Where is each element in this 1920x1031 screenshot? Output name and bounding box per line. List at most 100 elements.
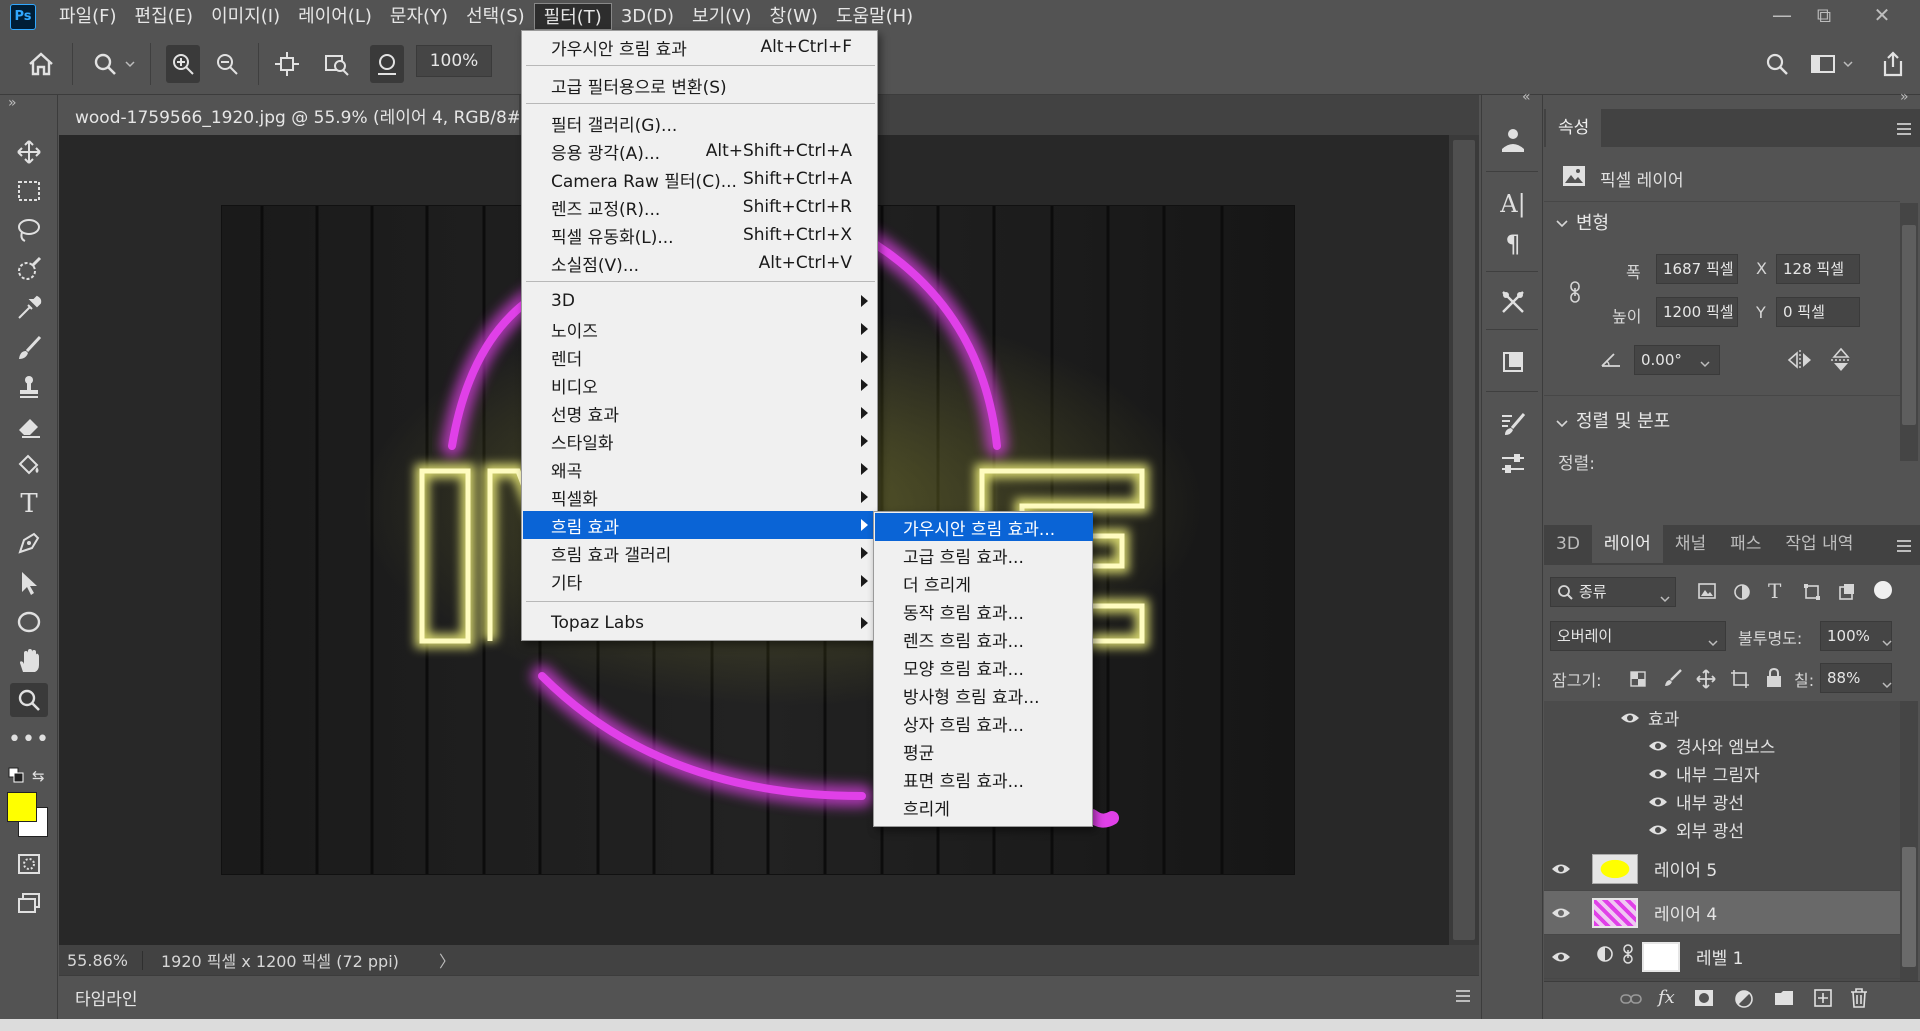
angle-chevron-icon[interactable] (1700, 353, 1710, 373)
submenu-item-box-blur[interactable]: 상자 흐림 효과... (875, 709, 1093, 737)
quick-selection-tool-icon[interactable] (10, 252, 48, 286)
blend-mode-chevron-icon[interactable] (1708, 632, 1718, 652)
new-adjustment-layer-icon[interactable] (1734, 989, 1754, 1014)
submenu-item-shape-blur[interactable]: 모양 흐림 효과... (875, 653, 1093, 681)
menu-item-liquify[interactable]: 픽셀 유동화(L)... Shift+Ctrl+X (523, 221, 878, 249)
zoom-percent-field[interactable]: 100% (416, 45, 492, 77)
swap-colors-icon[interactable]: ⇆ (32, 767, 45, 785)
workspace-icon[interactable] (1806, 45, 1840, 83)
menu-edit[interactable]: 편집(E) (126, 3, 203, 30)
align-chevron-icon[interactable] (1556, 413, 1568, 433)
effect-row-outer-glow[interactable]: 외부 광선 (1648, 817, 1744, 842)
menu-item-other[interactable]: 기타 (523, 567, 878, 595)
toolbar-collapse-icon[interactable]: » (8, 95, 17, 111)
chevron-down-icon[interactable] (122, 45, 138, 83)
adjustments-sliders-icon[interactable] (1496, 447, 1530, 481)
quick-mask-icon[interactable] (10, 847, 48, 881)
tab-layers[interactable]: 레이어 (1591, 525, 1663, 563)
type-tool-icon[interactable]: T (10, 487, 48, 521)
submenu-item-gaussian-blur[interactable]: 가우시안 흐림 효과... (875, 513, 1093, 541)
ellipse-tool-icon[interactable] (10, 605, 48, 639)
menu-item-topaz-labs[interactable]: Topaz Labs (523, 609, 878, 637)
menu-item-vanishing-point[interactable]: 소실점(V)... Alt+Ctrl+V (523, 249, 878, 277)
blend-mode-select[interactable]: 오버레이 (1550, 621, 1726, 651)
eraser-tool-icon[interactable] (10, 409, 48, 443)
layer-row-levels[interactable]: 레벨 1 (1544, 935, 1900, 979)
hand-tool-icon[interactable] (10, 644, 48, 678)
submenu-item-blur[interactable]: 흐리게 (875, 793, 1093, 821)
status-zoom[interactable]: 55.86% (59, 950, 143, 970)
paragraph-panel-icon[interactable]: ¶ (1496, 227, 1530, 261)
submenu-item-smart-blur[interactable]: 고급 흐림 효과... (875, 541, 1093, 569)
submenu-item-motion-blur[interactable]: 동작 흐림 효과... (875, 597, 1093, 625)
paint-bucket-tool-icon[interactable] (10, 448, 48, 482)
transform-section-title[interactable]: 변형 (1576, 209, 1609, 235)
menu-item-blur-gallery[interactable]: 흐림 효과 갤러리 (523, 539, 878, 567)
menu-item-last-filter[interactable]: 가우시안 흐림 효과 Alt+Ctrl+F (523, 33, 878, 61)
menu-item-lens-correction[interactable]: 렌즈 교정(R)... Shift+Ctrl+R (523, 193, 878, 221)
align-section-title[interactable]: 정렬 및 분포 (1576, 407, 1670, 433)
layer-visibility-icon[interactable] (1544, 862, 1578, 876)
menu-item-filter-gallery[interactable]: 필터 갤러리(G)... (523, 109, 878, 137)
fill-chevron-icon[interactable] (1882, 674, 1892, 694)
menu-3d[interactable]: 3D(D) (612, 3, 683, 30)
lasso-tool-icon[interactable] (10, 213, 48, 247)
opacity-chevron-icon[interactable] (1882, 632, 1892, 652)
new-group-icon[interactable] (1774, 990, 1794, 1011)
effect-row-inner-glow[interactable]: 내부 광선 (1648, 789, 1744, 814)
flip-vertical-icon[interactable] (1830, 347, 1852, 378)
x-field[interactable]: 128 픽셀 (1776, 254, 1860, 284)
layer-style-fx-icon[interactable]: fx (1658, 987, 1675, 1008)
menu-item-distort[interactable]: 왜곡 (523, 455, 878, 483)
menu-window[interactable]: 창(W) (761, 3, 827, 30)
menu-type[interactable]: 문자(Y) (381, 3, 457, 30)
filter-type-icon[interactable]: T (1768, 579, 1781, 603)
lock-artboard-icon[interactable] (1730, 669, 1750, 694)
menu-item-sharpen[interactable]: 선명 효과 (523, 399, 878, 427)
lock-all-icon[interactable] (1766, 667, 1782, 693)
marquee-tool-icon[interactable] (10, 174, 48, 208)
layer-visibility-icon[interactable] (1544, 950, 1578, 964)
zoom-in-icon[interactable] (166, 45, 200, 83)
tab-history[interactable]: 작업 내역 (1773, 525, 1865, 563)
layer-row-4[interactable]: 레이어 4 (1544, 891, 1900, 935)
workspace-chevron-icon[interactable] (1840, 45, 1856, 83)
filter-toggle-icon[interactable] (1874, 581, 1892, 599)
properties-menu-icon[interactable] (1896, 121, 1912, 141)
home-icon[interactable] (24, 45, 58, 83)
restore-button[interactable]: ⧉ (1798, 0, 1850, 30)
zoom-tool-icon[interactable] (88, 45, 122, 83)
layer-filter-chevron-icon[interactable] (1660, 588, 1670, 608)
layer-mask-link-icon[interactable] (1622, 944, 1642, 969)
menu-item-stylize[interactable]: 스타일화 (523, 427, 878, 455)
menu-help[interactable]: 도움말(H) (827, 3, 922, 30)
pen-tool-icon[interactable] (10, 526, 48, 560)
flip-horizontal-icon[interactable] (1787, 349, 1813, 376)
tab-3d[interactable]: 3D (1544, 525, 1592, 563)
effect-row-bevel[interactable]: 경사와 엠보스 (1648, 733, 1775, 758)
menu-item-blur[interactable]: 흐림 효과 (523, 511, 878, 539)
document-scrollbar-thumb[interactable] (1453, 140, 1475, 940)
stamp-tool-icon[interactable] (10, 370, 48, 404)
properties-scrollbar-thumb[interactable] (1902, 225, 1916, 425)
strip-expand-icon[interactable]: « (1522, 89, 1531, 105)
new-layer-icon[interactable] (1814, 989, 1832, 1012)
tools-presets-icon[interactable] (1496, 285, 1530, 319)
scrubby-zoom-icon[interactable] (370, 45, 404, 83)
move-tool-icon[interactable] (10, 135, 48, 169)
menu-item-pixelate[interactable]: 픽셀화 (523, 483, 878, 511)
learn-panel-icon[interactable] (1496, 123, 1530, 157)
menu-item-3d[interactable]: 3D (523, 287, 878, 315)
y-field[interactable]: 0 픽셀 (1776, 297, 1860, 327)
filter-pixel-icon[interactable] (1698, 583, 1716, 604)
filter-smart-object-icon[interactable] (1838, 583, 1856, 606)
submenu-item-blur-more[interactable]: 더 흐리게 (875, 569, 1093, 597)
layer-visibility-icon[interactable] (1544, 906, 1578, 920)
character-panel-icon[interactable]: A| (1496, 187, 1530, 221)
submenu-item-average[interactable]: 평균 (875, 737, 1093, 765)
link-dimensions-icon[interactable] (1568, 281, 1582, 308)
filter-adjustment-icon[interactable] (1733, 583, 1751, 606)
menu-image[interactable]: 이미지(I) (202, 3, 289, 30)
lock-position-icon[interactable] (1696, 669, 1716, 694)
transform-chevron-icon[interactable] (1556, 213, 1568, 233)
